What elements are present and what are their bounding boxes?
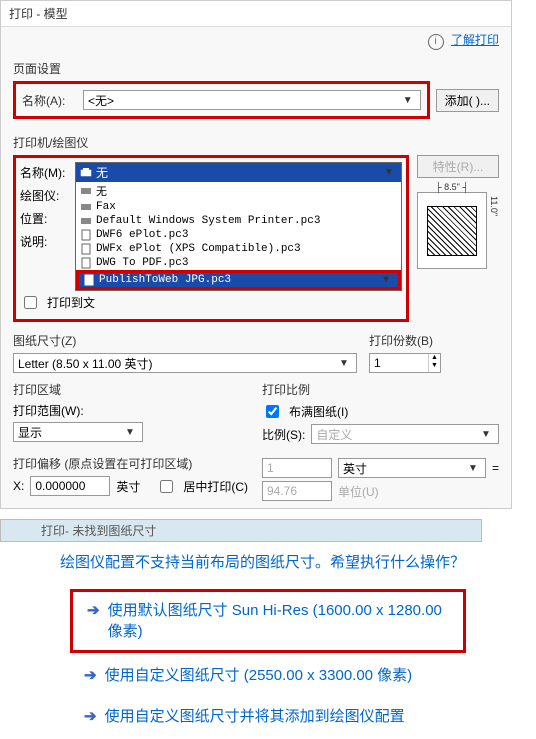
printer-name-label: 名称(M): (20, 164, 75, 181)
print-range-select[interactable]: 显示 ▼ (13, 422, 143, 442)
scale-ratio-label: 比例(S): (262, 426, 305, 443)
paper-size-select[interactable]: Letter (8.50 x 11.00 英寸) ▼ (13, 353, 357, 373)
printer-option[interactable]: DWG To PDF.pc3 (76, 256, 401, 270)
option-custom-label: 使用自定义图纸尺寸 (2550.00 x 3300.00 像素) (105, 665, 413, 686)
chevron-down-icon: ▼ (122, 427, 138, 438)
paper-size-title: 图纸尺寸(Z) (13, 332, 357, 349)
option-custom-add-label: 使用自定义图纸尺寸并将其添加到绘图仪配置 (105, 706, 405, 727)
offset-x-unit: 英寸 (116, 478, 140, 495)
paper-preview (417, 192, 487, 269)
description-label: 说明: (20, 233, 75, 250)
height-dim: 11.0" (489, 196, 499, 216)
printer-selected: 无 (96, 164, 108, 181)
plot-file-icon (80, 257, 92, 269)
printer-option[interactable]: DWF6 ePlot.pc3 (76, 228, 401, 242)
printer-group-title: 打印机/绘图仪 (13, 134, 499, 151)
option-custom-size[interactable]: ➔ 使用自定义图纸尺寸 (2550.00 x 3300.00 像素) (70, 657, 466, 694)
chevron-down-icon: ▼ (336, 358, 352, 369)
chevron-down-icon: ▼ (378, 275, 394, 286)
info-icon: i (428, 34, 444, 50)
paper-size-value: Letter (8.50 x 11.00 英寸) (18, 355, 153, 372)
scale-unit1-select[interactable]: 英寸 ▼ (338, 458, 486, 478)
plot-file-icon (83, 274, 95, 286)
offset-title: 打印偏移 (原点设置在可打印区域) (13, 455, 250, 472)
width-dim: ├ 8.5" ┤ (417, 182, 487, 192)
print-range-value: 显示 (18, 424, 42, 441)
chevron-down-icon: ▼ (478, 429, 494, 440)
page-setup-name-label: 名称(A): (22, 92, 77, 109)
offset-x-input[interactable] (30, 476, 110, 496)
printer-icon (80, 185, 92, 197)
scale-ratio-select[interactable]: 自定义 ▼ (311, 424, 499, 444)
scale-title: 打印比例 (262, 381, 499, 398)
copies-title: 打印份数(B) (369, 332, 499, 349)
offset-x-label: X: (13, 479, 24, 493)
help-link[interactable]: 了解打印 (451, 33, 499, 47)
window-title: 打印 - 模型 (9, 5, 68, 22)
print-range-label: 打印范围(W): (13, 402, 250, 419)
printer-icon (80, 215, 92, 227)
hatch-icon (427, 206, 477, 256)
plot-file-icon (80, 229, 92, 241)
question-text: 绘图仪配置不支持当前布局的图纸尺寸。希望执行什么操作？ (0, 542, 536, 585)
arrow-icon: ➔ (84, 706, 97, 727)
page-setup-title: 页面设置 (13, 60, 499, 77)
center-print-checkbox[interactable] (160, 480, 173, 493)
arrow-icon: ➔ (87, 600, 100, 621)
printer-icon (80, 167, 92, 179)
scale-unit2-input[interactable] (262, 481, 332, 501)
scale-unit1-input[interactable] (262, 458, 332, 478)
equals-label: = (492, 461, 499, 475)
scale-ratio-value: 自定义 (316, 426, 352, 443)
spin-up-icon[interactable]: ▲ (429, 354, 440, 362)
chevron-down-icon: ▼ (465, 463, 481, 474)
printer-option[interactable]: Fax (76, 200, 401, 214)
arrow-icon: ➔ (84, 665, 97, 686)
printer-option-highlighted[interactable]: PublishToWeb JPG.pc3▼ (79, 273, 398, 287)
copies-spinner[interactable]: ▲▼ (369, 353, 441, 373)
print-area-title: 打印区域 (13, 381, 250, 398)
spin-down-icon[interactable]: ▼ (429, 362, 440, 370)
option-custom-add[interactable]: ➔ 使用自定义图纸尺寸并将其添加到绘图仪配置 (70, 698, 466, 735)
page-setup-name-select[interactable]: <无> ▼ (83, 90, 421, 110)
printer-icon (80, 201, 92, 213)
chevron-down-icon: ▼ (381, 167, 397, 178)
plotter-label: 绘图仪: (20, 187, 75, 204)
print-to-file-label: 打印到文 (47, 294, 95, 311)
properties-button[interactable]: 特性(R)... (417, 155, 499, 178)
error-dialog-title: 打印- 未找到图纸尺寸 (0, 519, 482, 542)
printer-option[interactable]: 无 (76, 182, 401, 200)
page-setup-name-value: <无> (88, 92, 114, 109)
fit-paper-checkbox[interactable] (266, 405, 279, 418)
option-default-size[interactable]: ➔ 使用默认图纸尺寸 Sun Hi-Res (1600.00 x 1280.00… (70, 589, 466, 653)
location-label: 位置: (20, 210, 75, 227)
printer-option[interactable]: Default Windows System Printer.pc3 (76, 214, 401, 228)
chevron-down-icon: ▼ (400, 95, 416, 106)
print-to-file-checkbox[interactable] (24, 296, 37, 309)
plot-file-icon (80, 243, 92, 255)
option-default-label: 使用默认图纸尺寸 Sun Hi-Res (1600.00 x 1280.00 像… (108, 600, 449, 642)
add-button[interactable]: 添加( )... (436, 89, 499, 112)
printer-option[interactable]: DWFx ePlot (XPS Compatible).pc3 (76, 242, 401, 256)
scale-unit2-label: 单位(U) (338, 483, 379, 500)
center-print-label: 居中打印(C) (183, 478, 248, 495)
copies-input[interactable] (370, 354, 428, 372)
fit-paper-label: 布满图纸(I) (289, 403, 348, 420)
window-titlebar: 打印 - 模型 (1, 1, 511, 27)
printer-name-dropdown[interactable]: 无 ▼ 无 Fax Default Windows System Printer… (75, 162, 402, 291)
